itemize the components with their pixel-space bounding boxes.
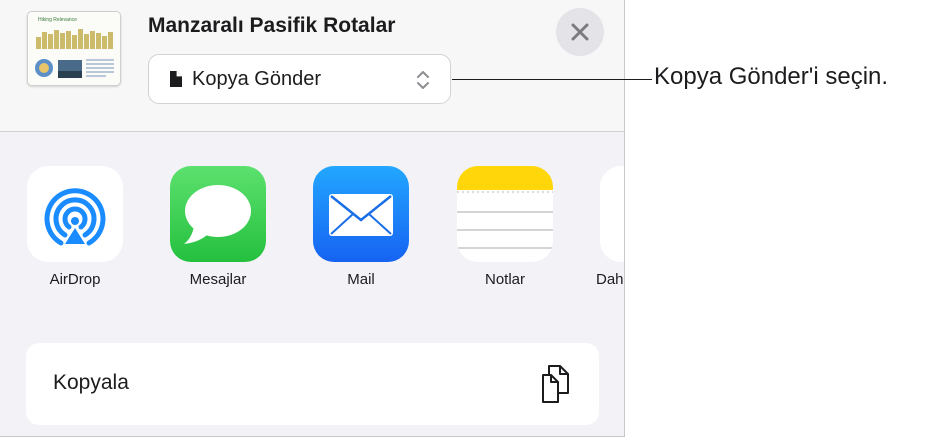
copy-action[interactable]: Kopyala [26,343,599,425]
doc-icon [169,70,185,88]
share-app-messages[interactable]: Mesajlar [153,166,283,288]
send-copy-label: Kopya Gönder [192,67,321,90]
share-app-label: Notlar [484,271,525,288]
copy-icon [539,363,575,410]
callout-line [452,79,652,80]
more-icon [600,166,624,262]
xmark-icon [571,23,589,41]
airdrop-icon [27,166,123,262]
share-app-label: Mail [347,271,375,288]
messages-icon [170,166,266,262]
share-app-label: Mesajlar [189,271,247,288]
share-app-mail[interactable]: Mail [296,166,426,288]
callout-text: Kopya Gönder'i seçin. [654,63,889,90]
thumbnail-graphic: Hiking Relevance [28,12,120,85]
mail-icon [313,166,409,262]
copy-action-label: Kopyala [53,371,129,394]
share-app-label: Dah [596,271,624,288]
thumbnail-title: Hiking Relevance [38,17,77,23]
chevron-up-down-icon [416,69,430,96]
document-title: Manzaralı Pasifik Rotalar [148,14,396,37]
share-app-row: AirDrop Mesajlar Mail Notlar Dah [0,166,624,296]
document-thumbnail: Hiking Relevance [27,11,121,86]
send-copy-selector[interactable]: Kopya Gönder [148,54,451,104]
notes-icon [457,166,553,262]
share-sheet: Hiking Relevance Manzaralı Pasifik Rotal… [0,0,625,437]
share-sheet-header: Hiking Relevance Manzaralı Pasifik Rotal… [0,0,624,132]
share-app-airdrop[interactable]: AirDrop [10,166,140,288]
close-button[interactable] [556,8,604,56]
share-app-notes[interactable]: Notlar [440,166,570,288]
share-app-label: AirDrop [49,271,101,288]
share-app-more[interactable]: Dah [584,166,624,288]
